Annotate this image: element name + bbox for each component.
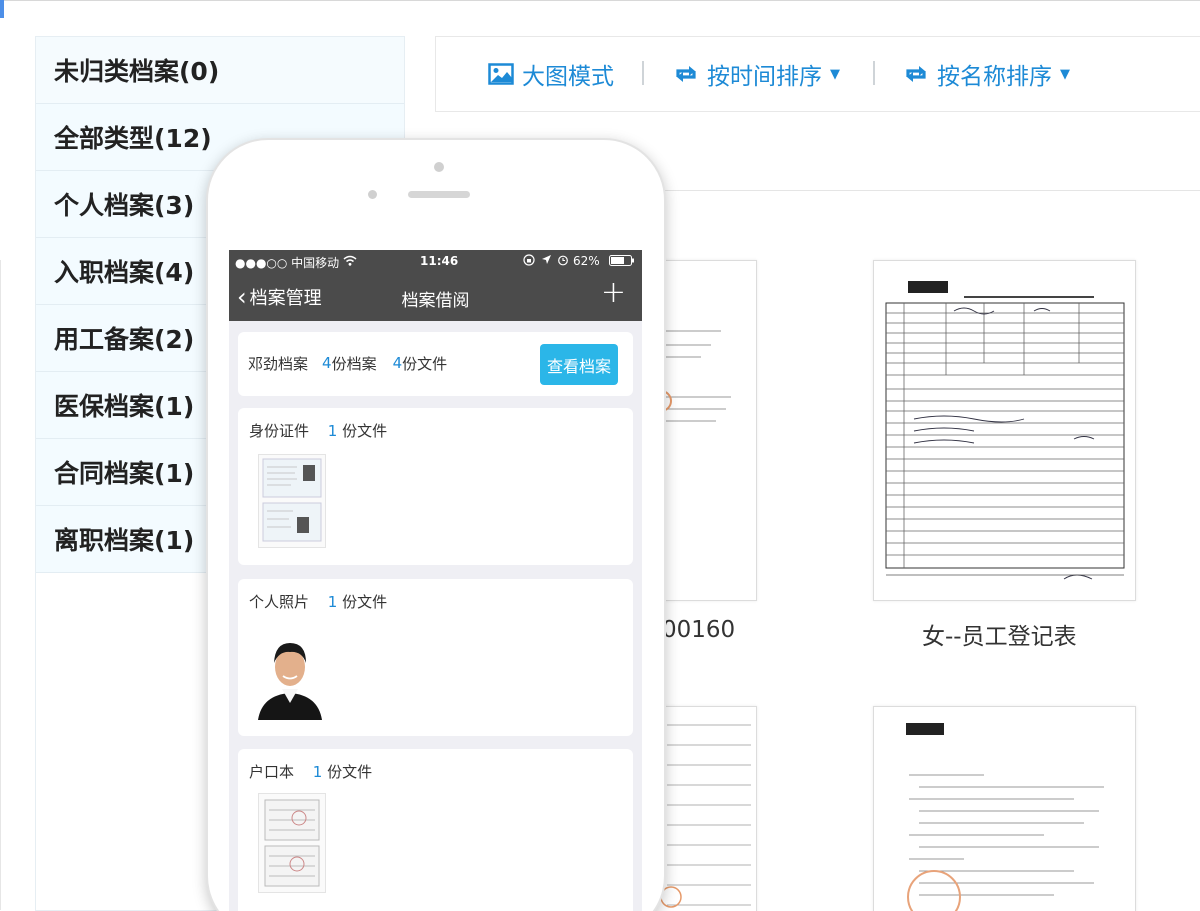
document-caption: 00160 <box>662 617 736 643</box>
battery-icon <box>609 255 635 269</box>
sort-by-name-label: 按名称排序 <box>937 64 1052 90</box>
sort-by-time-button[interactable]: 按时间排序 ▼ <box>673 37 840 111</box>
contract-document-image <box>906 723 1104 911</box>
location-icon <box>541 254 552 268</box>
archive-count: 4 <box>322 354 332 372</box>
document-caption: 女--员工登记表 <box>922 624 1077 650</box>
carrier-label: ●●●○○ 中国移动 <box>235 254 357 271</box>
top-border <box>0 0 1200 1</box>
id-card-scan-thumbnail[interactable] <box>258 454 326 548</box>
section-unit: 份文件 <box>327 763 373 781</box>
section-count: 1 <box>327 593 338 611</box>
battery-percent: 62% <box>573 254 600 268</box>
document-thumbnail[interactable] <box>873 260 1136 601</box>
section-count: 1 <box>312 763 323 781</box>
status-bar: ●●●○○ 中国移动 11:46 62% <box>229 250 642 272</box>
category-unclassified[interactable]: 未归类档案(0) <box>36 37 404 104</box>
left-border <box>0 260 1 910</box>
section-count: 1 <box>327 422 338 440</box>
section-header: 身份证件 1 份文件 <box>249 420 387 441</box>
section-unit: 份文件 <box>342 593 388 611</box>
sort-by-time-label: 按时间排序 <box>707 64 822 90</box>
clock: 11:46 <box>420 254 459 268</box>
wifi-icon <box>343 255 357 266</box>
page: 未归类档案(0) 全部类型(12) 个人档案(3) 入职档案(4) 用工备案(2… <box>0 0 1200 911</box>
section-title: 个人照片 <box>249 593 310 611</box>
phone-sensor <box>368 190 377 199</box>
section-title: 身份证件 <box>249 422 310 440</box>
sort-icon <box>903 64 929 84</box>
view-archive-button[interactable]: 查看档案 <box>540 344 618 385</box>
lock-rotation-icon <box>523 254 535 269</box>
section-header: 个人照片 1 份文件 <box>249 591 387 612</box>
id-documents-card[interactable]: 身份证件 1 份文件 <box>238 408 633 565</box>
toolbar-separator <box>873 61 875 85</box>
file-count: 4 <box>392 354 403 372</box>
file-unit: 份文件 <box>402 354 448 373</box>
archive-summary-card: 邓劲档案 4 份档案 4 份文件 查看档案 <box>238 332 633 396</box>
document-thumbnail[interactable] <box>873 706 1136 911</box>
section-title: 户口本 <box>249 763 295 781</box>
archive-owner-name: 邓劲档案 <box>248 354 309 373</box>
large-view-button[interactable]: 大图模式 <box>488 37 614 111</box>
alarm-icon <box>557 254 569 269</box>
chevron-down-icon: ▼ <box>830 66 840 82</box>
sort-by-name-button[interactable]: 按名称排序 ▼ <box>903 37 1070 111</box>
household-register-card[interactable]: 户口本 1 份文件 <box>238 749 633 911</box>
household-register-scan-thumbnail[interactable] <box>258 793 326 893</box>
portrait-photo-thumbnail[interactable] <box>254 625 326 720</box>
large-view-label: 大图模式 <box>522 64 614 90</box>
nav-title: 档案借阅 <box>401 291 470 311</box>
phone-camera <box>434 162 444 172</box>
nav-bar: ‹ 档案管理 档案借阅 + <box>229 272 642 321</box>
phone-screen: ●●●○○ 中国移动 11:46 62% ‹ 档案管理 档案借阅 + 邓劲档案 … <box>229 250 642 911</box>
personal-photo-card[interactable]: 个人照片 1 份文件 <box>238 579 633 736</box>
phone-speaker <box>408 191 470 198</box>
chevron-down-icon: ▼ <box>1060 66 1070 82</box>
accent-marker <box>0 0 4 18</box>
archive-summary: 邓劲档案 4 份档案 4 份文件 <box>248 332 447 394</box>
section-header: 户口本 1 份文件 <box>249 761 372 782</box>
sort-icon <box>673 64 699 84</box>
add-icon[interactable]: + <box>601 278 626 308</box>
image-icon <box>488 63 514 85</box>
employee-registration-form-image <box>885 281 1125 580</box>
view-toolbar: 大图模式 按时间排序 ▼ 按名称排序 ▼ <box>435 36 1200 112</box>
toolbar-separator <box>642 61 644 85</box>
archive-unit: 份档案 <box>331 354 377 373</box>
section-unit: 份文件 <box>342 422 388 440</box>
